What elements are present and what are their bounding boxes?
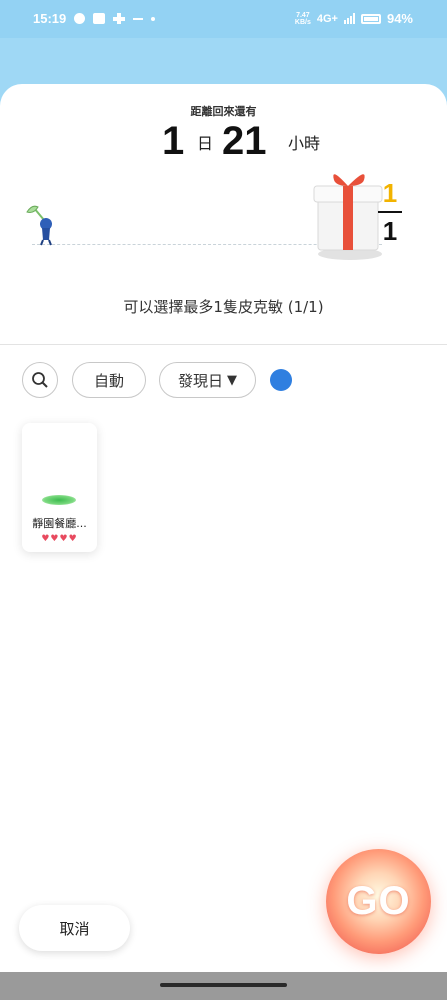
sort-dropdown[interactable]: 發現日 ▼ bbox=[159, 362, 256, 398]
gift-fraction-bar bbox=[378, 211, 402, 213]
dot-icon bbox=[151, 16, 156, 21]
friendship-hearts: ♥♥♥♥ bbox=[41, 534, 78, 544]
cancel-label: 取消 bbox=[59, 919, 90, 938]
network-speed: 7.47 KB/s bbox=[294, 11, 311, 26]
selection-hint: 可以選擇最多1隻皮克敏 (1/1) bbox=[123, 298, 324, 316]
color-filter-dot[interactable] bbox=[270, 369, 292, 391]
pikmin-card[interactable]: 靜園餐廳... ♥♥♥♥ bbox=[22, 423, 97, 552]
medical-icon bbox=[113, 13, 126, 24]
auto-select-label: 自動 bbox=[93, 371, 124, 390]
pikmin-icon bbox=[26, 205, 52, 246]
go-button[interactable]: GO bbox=[326, 849, 431, 954]
countdown-days-unit: 日 bbox=[197, 134, 214, 153]
gift-box-icon bbox=[313, 174, 383, 260]
gift-fraction-numerator: 1 bbox=[382, 178, 398, 208]
caret-down-icon: ▼ bbox=[227, 372, 237, 388]
dash-icon bbox=[133, 17, 144, 20]
countdown-label: 距離回來還有 bbox=[190, 105, 257, 118]
countdown-hours-unit: 小時 bbox=[288, 134, 321, 153]
pikmin-card-name: 靜園餐廳... bbox=[32, 517, 87, 530]
network-type: 4G+ bbox=[316, 12, 338, 25]
signal-icon bbox=[343, 13, 355, 24]
pikmin-shadow-icon bbox=[42, 495, 76, 505]
gift-fraction-denominator: 1 bbox=[382, 216, 398, 246]
auto-select-button[interactable]: 自動 bbox=[72, 362, 146, 398]
battery-icon bbox=[360, 13, 381, 24]
battery-percent: 94% bbox=[386, 11, 413, 26]
gift-fraction: 1 1 bbox=[378, 178, 402, 254]
search-button[interactable] bbox=[22, 362, 58, 398]
search-icon bbox=[32, 372, 48, 388]
countdown-days: 1 bbox=[162, 119, 185, 163]
divider bbox=[0, 344, 447, 345]
clock: 15:19 bbox=[33, 11, 67, 26]
go-label: GO bbox=[346, 879, 411, 923]
status-bar: 15:19 7.47 KB/s 4G+ 94% bbox=[0, 0, 447, 38]
sort-label: 發現日 bbox=[177, 371, 223, 390]
home-handle[interactable] bbox=[160, 983, 287, 987]
countdown: 1 日 21 小時 bbox=[0, 118, 447, 164]
briefcase-icon bbox=[93, 13, 106, 24]
filter-row: 自動 發現日 ▼ bbox=[0, 362, 447, 398]
snapchat-icon bbox=[74, 13, 86, 24]
cancel-button[interactable]: 取消 bbox=[19, 905, 130, 951]
countdown-hours: 21 bbox=[222, 119, 267, 163]
